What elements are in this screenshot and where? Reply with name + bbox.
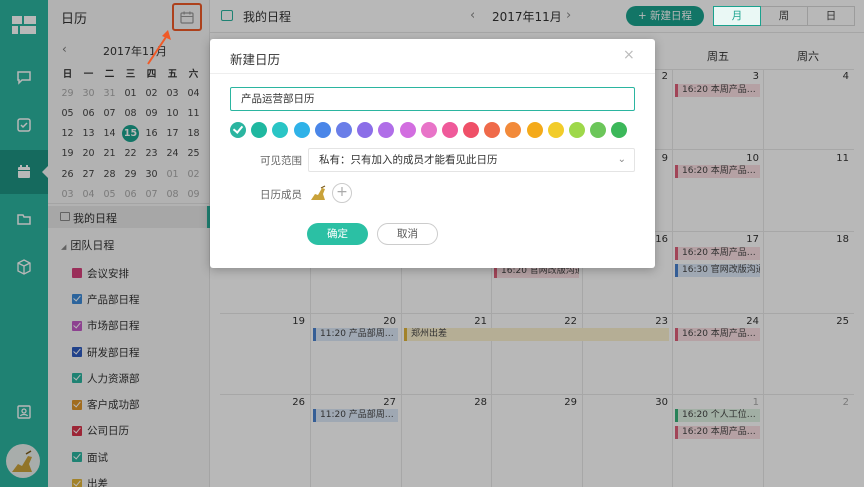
color-swatch[interactable] — [293, 122, 310, 138]
color-swatch[interactable] — [420, 122, 437, 138]
color-swatch[interactable] — [441, 122, 458, 138]
color-swatch[interactable] — [314, 122, 331, 138]
color-swatch[interactable] — [569, 122, 585, 138]
color-swatch[interactable] — [547, 122, 564, 138]
scope-select[interactable]: 私有：只有加入的成员才能看见此日历 ⌄ — [308, 148, 635, 172]
member-avatar[interactable] — [308, 183, 328, 203]
color-swatch[interactable] — [526, 122, 543, 138]
color-picker — [230, 122, 633, 138]
dialog-title: 新建日历 — [230, 52, 281, 67]
cancel-button[interactable]: 取消 — [377, 223, 438, 245]
dialog-divider — [210, 73, 655, 74]
color-swatch-selected[interactable] — [230, 122, 246, 138]
add-member-button[interactable]: + — [332, 183, 352, 203]
color-swatch[interactable] — [463, 122, 480, 138]
color-swatch[interactable] — [399, 122, 416, 138]
color-swatch[interactable] — [484, 122, 501, 138]
new-calendar-dialog: 新建日历 × 产品运营部日历 可见范围 私有：只有加入的成员才能看见此日历 ⌄ … — [210, 39, 655, 268]
scope-label: 可见范围 — [260, 155, 302, 167]
color-swatch[interactable] — [590, 122, 607, 138]
members-label: 日历成员 — [260, 189, 302, 201]
color-swatch[interactable] — [272, 122, 289, 138]
scope-value: 私有：只有加入的成员才能看见此日历 — [319, 154, 498, 166]
color-swatch[interactable] — [335, 122, 352, 138]
color-swatch[interactable] — [251, 122, 268, 138]
color-swatch[interactable] — [357, 122, 374, 138]
color-swatch[interactable] — [505, 122, 522, 138]
view-month-tab[interactable]: 月 — [713, 6, 761, 26]
calendar-name-input[interactable]: 产品运营部日历 — [230, 87, 635, 111]
color-swatch[interactable] — [378, 122, 395, 138]
confirm-button[interactable]: 确定 — [307, 223, 368, 245]
color-swatch[interactable] — [611, 122, 628, 138]
annotation-arrow-icon — [147, 30, 171, 65]
chevron-down-icon: ⌄ — [617, 154, 626, 165]
close-icon[interactable]: × — [623, 47, 635, 63]
